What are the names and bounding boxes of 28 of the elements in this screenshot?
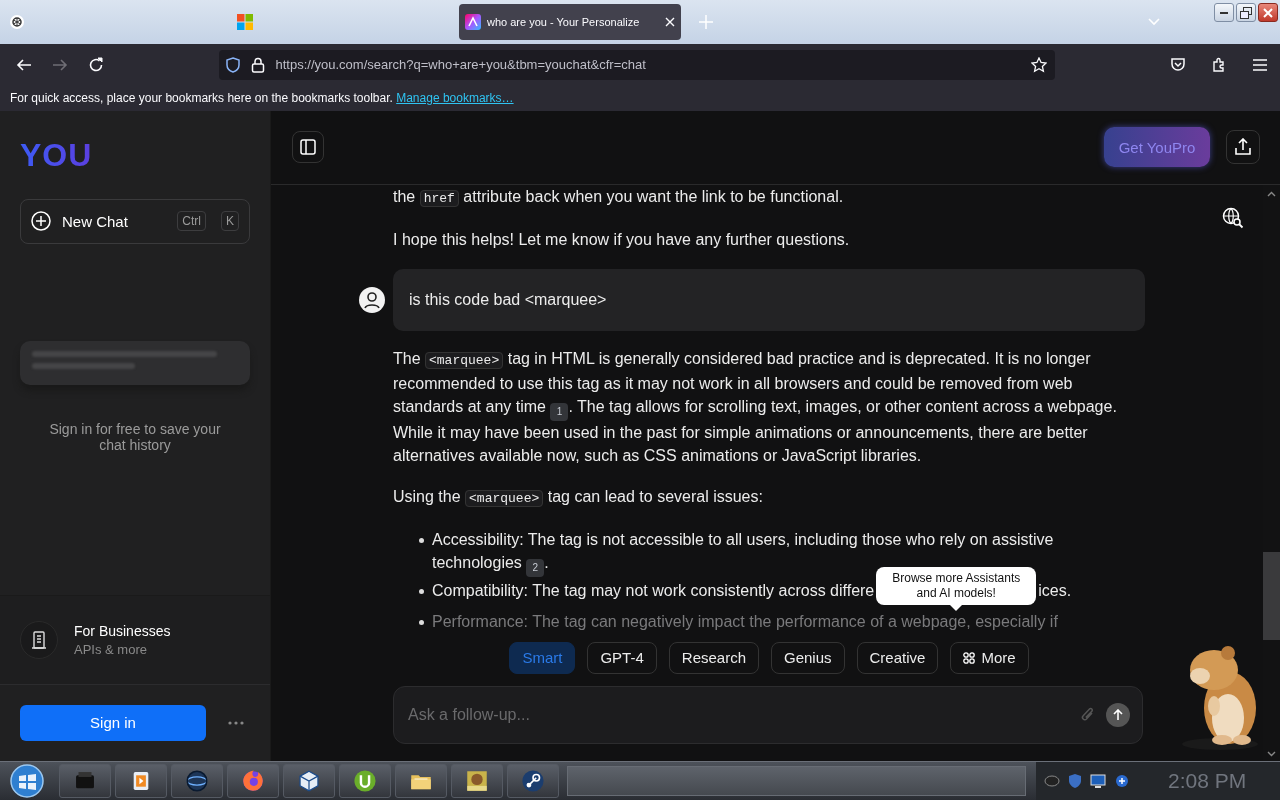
mode-tab[interactable]: Research: [668, 642, 759, 674]
mode-tab[interactable]: More: [950, 642, 1029, 674]
manage-bookmarks-link[interactable]: Manage bookmarks…: [396, 91, 514, 106]
answer-paragraph: Using the <marquee> tag can lead to several issues:: [393, 486, 764, 509]
sign-in-button[interactable]: Sign in: [20, 705, 206, 741]
question-bubble: is this code bad <marquee>: [393, 268, 1145, 331]
citation-link[interactable]: 2: [526, 558, 545, 577]
list-item-text: Compatibility: The tag may not work consistently across differe: [432, 581, 875, 599]
browser-tab[interactable]: who are you - Your Personalize: [459, 3, 681, 40]
answer-paragraph: the href attribute back when you want the link to be functional.: [393, 186, 845, 209]
address-bar[interactable]: https://you.com/search?q=who+are+you&tbm=youchat&cfr=chat: [219, 49, 1055, 80]
follow-up-field[interactable]: Ask a follow-up...: [406, 705, 1070, 725]
answer-paragraph: The <marquee> tag in HTML is generally considered bad practice and is deprecated. It is no longer recommended to use this tag as it may not work in all browsers and could be removed from web standards at any time 1 . The tag allows for scrolling text, images, or other content across a webpage. While it may have been used in the past for simple animations or announcements, there are better alternatives available now, such as CSS animations or JavaScript libraries.: [393, 348, 1118, 466]
citation-link[interactable]: 1: [550, 402, 569, 421]
for-businesses-link[interactable]: For Businesses APIs & more: [0, 595, 270, 685]
clock: 2:08 PM: [1168, 769, 1247, 793]
input-box[interactable]: Ask a follow-up...: [393, 686, 1143, 744]
list-item-text: ices.: [1038, 581, 1072, 599]
bookmarks-hint: For quick access, place your bookmarks here on the bookmarks toolbar. Manage bookmarks…: [10, 91, 514, 106]
mode-tab[interactable]: Creative: [856, 642, 939, 674]
mode-tab[interactable]: GPT-4: [587, 642, 657, 674]
shortcut-key: K: [221, 211, 239, 232]
answer-paragraph: I hope this helps! Let me know if you have any further questions.: [393, 229, 851, 250]
list-item-text: Performance: The tag can negatively impact the performance of a webpage, especially if: [432, 611, 1058, 632]
new-chat-button[interactable]: New Chat Ctrl K: [20, 198, 250, 244]
mode-tab[interactable]: Genius: [771, 642, 845, 674]
history-hint: Sign in for free to save your chat history: [48, 420, 222, 453]
shortcut-key: Ctrl: [177, 211, 206, 232]
